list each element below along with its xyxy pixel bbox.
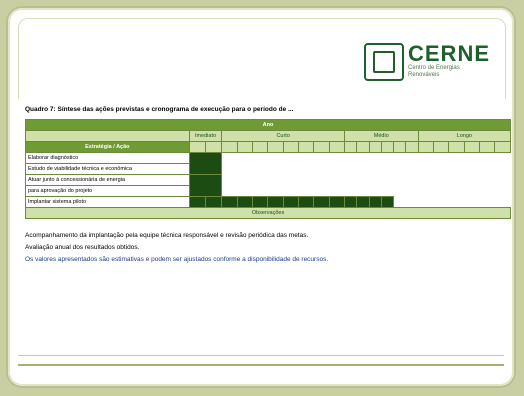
note-line-3: Os valores apresentados são estimativas … [25,256,329,263]
logo-subtitle: Centro de Energias Renováveis [408,65,460,78]
header-area: CERNE Centro de Energias Renováveis [18,18,506,99]
group-longo: Longo [417,130,512,142]
table-bottom-band: Observações [25,207,511,219]
group-imediato: Imediato [188,130,223,142]
table-caption: Quadro 7: Síntese das ações previstas e … [25,106,294,113]
group-medio: Médio [343,130,419,142]
schedule-table: Ano Imediato Curto Médio Longo Estratégi… [25,119,512,219]
subheader-label: Estratégia / Ação [25,141,190,153]
footer-bar [18,355,504,366]
table-top-band: Ano [25,119,511,131]
logo-brand: CERNE [408,41,491,66]
note-line-1: Acompanhamento da implantação pela equip… [25,232,309,239]
slide-frame: CERNE Centro de Energias Renováveis Quad… [8,8,514,386]
group-curto: Curto [221,130,345,142]
table-row: para aprovação do projeto [25,185,190,197]
table-row: Implantar sistema piloto [25,196,190,208]
note-line-2: Avaliação anual dos resultados obtidos. [25,244,140,251]
cerne-logo: CERNE Centro de Energias Renováveis [364,41,491,83]
cerne-logo-icon [364,43,404,81]
table-row: Estudo de viabilidade técnica e econômic… [25,163,190,175]
table-row: Elaborar diagnóstico [25,152,190,164]
empty-header-cell [25,130,190,142]
table-row: Atuar junto à concessionária de energia [25,174,190,186]
